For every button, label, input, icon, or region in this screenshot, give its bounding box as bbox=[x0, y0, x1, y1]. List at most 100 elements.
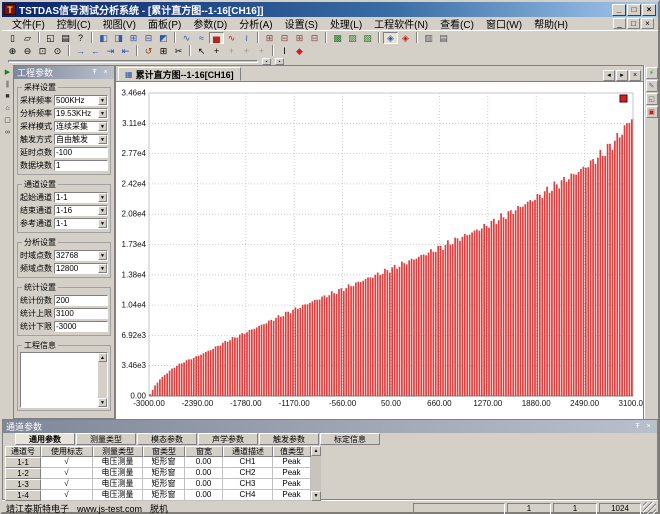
panel-close-icon[interactable]: × bbox=[100, 68, 111, 78]
combo-arrow-icon[interactable]: ▼ bbox=[98, 264, 107, 273]
position-slider[interactable] bbox=[8, 60, 258, 63]
info-scrollbar[interactable]: ▲▼ bbox=[98, 353, 107, 407]
menu-item-analysis[interactable]: 分析(A) bbox=[233, 15, 278, 32]
histogram-icon[interactable]: ▅ bbox=[209, 32, 224, 44]
annotate-icon[interactable]: ✎ bbox=[646, 80, 658, 92]
mdi-minimize-button[interactable]: _ bbox=[613, 18, 626, 29]
spectrum-icon[interactable]: ≈ bbox=[194, 32, 209, 44]
table-row[interactable]: 1-4√电压测量矩形窗0.00CH4Peak bbox=[5, 490, 311, 501]
combo-arrow-icon[interactable]: ▼ bbox=[98, 193, 107, 202]
zoom-box-icon[interactable]: ⊡ bbox=[35, 45, 50, 57]
list-statistics-icon[interactable]: ⊞ bbox=[292, 32, 307, 44]
table-window-icon[interactable]: ▤ bbox=[436, 32, 451, 44]
combo-arrow-icon[interactable]: ▼ bbox=[98, 206, 107, 215]
pointer-cursor-icon[interactable]: ↖ bbox=[194, 45, 209, 57]
replay-window-icon[interactable]: ◈ bbox=[398, 32, 413, 44]
copy-icon[interactable]: ⊞ bbox=[156, 45, 171, 57]
统计份数-input[interactable]: 200 bbox=[54, 295, 108, 306]
search-icon[interactable]: ∞ bbox=[3, 127, 13, 138]
tab-modal[interactable]: 模态参数 bbox=[137, 433, 197, 445]
采样频率-combo[interactable]: 500KHz▼ bbox=[54, 95, 108, 106]
mdi-close-button[interactable]: × bbox=[641, 18, 654, 29]
tab-scroll-left-icon[interactable]: ◂ bbox=[603, 70, 615, 81]
zoom-reset-icon[interactable]: ⊙ bbox=[50, 45, 65, 57]
采样模式-combo[interactable]: 连续采集▼ bbox=[54, 121, 108, 132]
connect-device-icon[interactable]: ⚡ bbox=[646, 67, 658, 79]
统计下限-input[interactable]: -3000 bbox=[54, 321, 108, 332]
scroll-down-icon[interactable]: ▼ bbox=[98, 398, 107, 407]
menu-item-control[interactable]: 控制(C) bbox=[51, 15, 97, 32]
go-end-icon[interactable]: ⇥ bbox=[103, 45, 118, 57]
结束通道-combo[interactable]: 1-16▼ bbox=[54, 205, 108, 216]
bottom-pin-icon[interactable]: Ŧ bbox=[632, 422, 643, 432]
project-info-textarea[interactable]: ▲▼ bbox=[20, 352, 108, 408]
pin-icon[interactable]: Ŧ bbox=[89, 68, 100, 78]
menu-item-parameter[interactable]: 参数(D) bbox=[187, 15, 233, 32]
tab-close-icon[interactable]: × bbox=[629, 70, 641, 81]
combo-arrow-icon[interactable]: ▼ bbox=[98, 251, 107, 260]
scroll-up-icon[interactable]: ▲ bbox=[311, 446, 321, 456]
统计上限-input[interactable]: 3100 bbox=[54, 308, 108, 319]
snapshot-icon[interactable]: ◱ bbox=[646, 93, 658, 105]
tab-cumulative-histogram[interactable]: ▦ 累计直方图--1-16[CH16] bbox=[118, 67, 241, 81]
zoom-out-icon[interactable]: ⊖ bbox=[20, 45, 35, 57]
grid-window-icon[interactable]: ▥ bbox=[421, 32, 436, 44]
new-file-icon[interactable]: ▯ bbox=[5, 32, 20, 44]
list-octave-icon[interactable]: ⊟ bbox=[307, 32, 322, 44]
monitor-icon[interactable]: ▢ bbox=[3, 115, 13, 126]
table-scrollbar[interactable]: ▲ ▼ bbox=[311, 446, 321, 501]
single-view-icon[interactable]: ◧ bbox=[96, 32, 111, 44]
combo-arrow-icon[interactable]: ▼ bbox=[98, 109, 107, 118]
tab-calibration[interactable]: 标定信息 bbox=[320, 433, 380, 445]
run-icon[interactable]: ▶ bbox=[3, 67, 13, 78]
menu-item-project-software[interactable]: 工程软件(N) bbox=[368, 15, 434, 32]
go-start-icon[interactable]: ⇤ bbox=[118, 45, 133, 57]
resize-grip[interactable] bbox=[643, 502, 656, 514]
tab-trigger[interactable]: 触发参数 bbox=[259, 433, 319, 445]
chart-plot-area[interactable]: 0.003.46e36.92e31.04e41.38e41.73e42.08e4… bbox=[116, 81, 643, 419]
mdi-restore-button[interactable]: □ bbox=[627, 18, 640, 29]
step-forward-icon[interactable]: → bbox=[73, 45, 88, 57]
step-back-icon[interactable]: ← bbox=[88, 45, 103, 57]
数据块数-input[interactable]: 1 bbox=[54, 160, 108, 171]
report-icon[interactable]: ▣ bbox=[646, 106, 658, 118]
延时点数-input[interactable]: -100 bbox=[54, 147, 108, 158]
slider-right-icon[interactable]: ▪ bbox=[275, 58, 284, 65]
menu-item-window[interactable]: 窗口(W) bbox=[480, 15, 528, 32]
harmonic-cursor-icon[interactable]: + bbox=[224, 45, 239, 57]
pause-icon[interactable]: ∥ bbox=[3, 79, 13, 90]
peak-cursor-icon[interactable]: + bbox=[239, 45, 254, 57]
maximize-button[interactable]: □ bbox=[627, 4, 641, 16]
cut-icon[interactable]: ✂ bbox=[171, 45, 186, 57]
分析频率-combo[interactable]: 19.53KHz▼ bbox=[54, 108, 108, 119]
report-3d-icon[interactable]: ▩ bbox=[330, 32, 345, 44]
text-tool-icon[interactable]: I bbox=[277, 45, 292, 57]
record-window-icon[interactable]: ◈ bbox=[383, 32, 398, 44]
cross-cursor-icon[interactable]: + bbox=[209, 45, 224, 57]
频域点数-combo[interactable]: 12800▼ bbox=[54, 263, 108, 274]
menu-item-file[interactable]: 文件(F) bbox=[6, 15, 51, 32]
close-button[interactable]: × bbox=[642, 4, 656, 16]
print-preview-icon[interactable]: ◱ bbox=[43, 32, 58, 44]
combo-arrow-icon[interactable]: ▼ bbox=[98, 96, 107, 105]
minimize-button[interactable]: _ bbox=[612, 4, 626, 16]
print-icon[interactable]: ▤ bbox=[58, 32, 73, 44]
触发方式-combo[interactable]: 自由触发▼ bbox=[54, 134, 108, 145]
list-time-icon[interactable]: ⊞ bbox=[262, 32, 277, 44]
horizontal-split-icon[interactable]: ⊟ bbox=[141, 32, 156, 44]
time-waveform-icon[interactable]: ∿ bbox=[179, 32, 194, 44]
open-file-icon[interactable]: ▱ bbox=[20, 32, 35, 44]
menu-item-lookup[interactable]: 查看(C) bbox=[434, 15, 480, 32]
transfer-curve-icon[interactable]: ∿ bbox=[224, 32, 239, 44]
overlay-view-icon[interactable]: ◩ bbox=[156, 32, 171, 44]
menu-item-view[interactable]: 视图(V) bbox=[97, 15, 142, 32]
table-row[interactable]: 1-1√电压测量矩形窗0.00CH1Peak bbox=[5, 457, 311, 468]
combo-arrow-icon[interactable]: ▼ bbox=[98, 219, 107, 228]
menu-item-help[interactable]: 帮助(H) bbox=[528, 15, 574, 32]
menu-item-settings[interactable]: 设置(S) bbox=[279, 15, 324, 32]
orbit-icon[interactable]: ≀ bbox=[239, 32, 254, 44]
list-spectrum-icon[interactable]: ⊟ bbox=[277, 32, 292, 44]
help-icon[interactable]: ? bbox=[73, 32, 88, 44]
tab-acoustic[interactable]: 声学参数 bbox=[198, 433, 258, 445]
project-manager-icon[interactable]: ⌂ bbox=[3, 103, 13, 114]
